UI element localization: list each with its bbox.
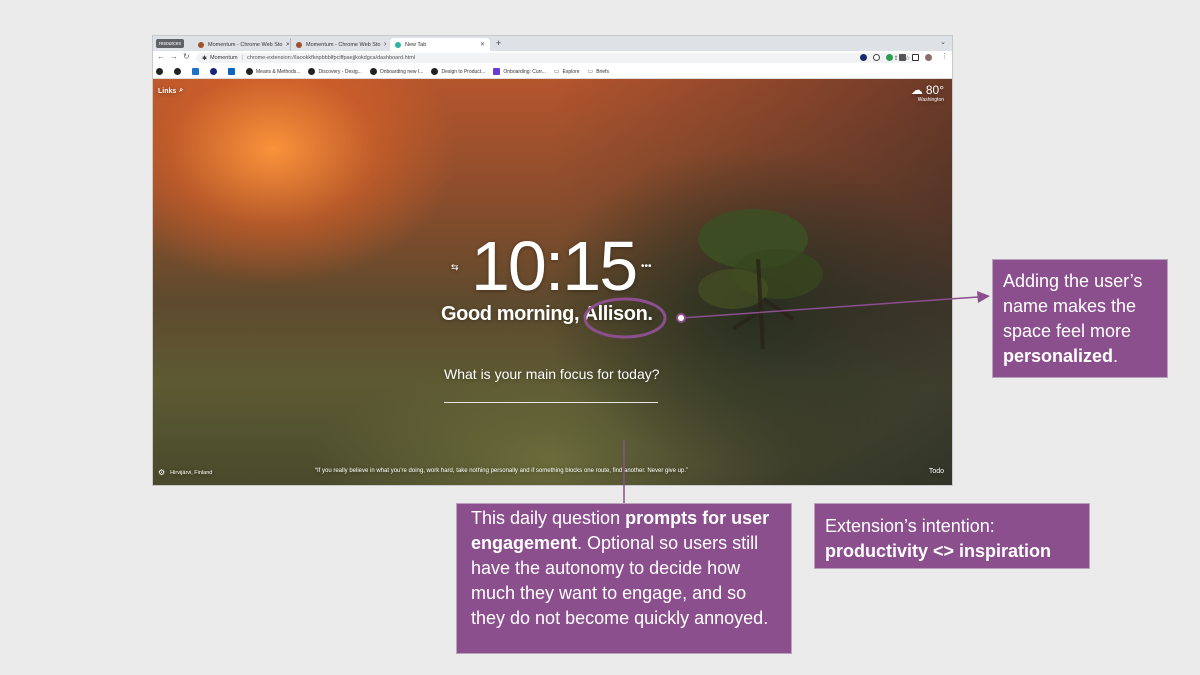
- address-bar[interactable]: ✱ Momentum | chrome-extension://laookkfk…: [196, 53, 916, 63]
- folder-icon: ▭: [553, 69, 560, 75]
- bookmark-label: Design to Product...: [441, 68, 486, 75]
- tab-momentum-1[interactable]: Momentum - Chrome Web Sto ✕: [193, 38, 289, 51]
- callout-text: This daily question: [471, 508, 626, 528]
- profile-avatar[interactable]: [925, 54, 932, 61]
- site-name: Momentum: [210, 55, 238, 61]
- back-arrow-icon[interactable]: ←: [157, 52, 165, 61]
- bookmark-label: Means & Methods...: [256, 68, 301, 75]
- bookmark-item[interactable]: Onboarding: Curr...: [493, 68, 546, 75]
- momentum-dashboard: Links ⌕ ☁ 80° Washington ⇆ 10:15 ••• Goo…: [153, 79, 952, 485]
- arrowhead: [977, 291, 990, 303]
- bookmark-icon: [246, 68, 253, 75]
- callout-bold: personalized: [1003, 346, 1114, 366]
- share-icon[interactable]: ⇪: [894, 55, 899, 62]
- bookmark-icon: [431, 68, 439, 75]
- forward-arrow-icon[interactable]: →: [170, 52, 178, 61]
- tree-silhouette: [698, 209, 823, 350]
- bookmark-d-icon: [210, 68, 217, 75]
- tab-strip: resources Momentum - Chrome Web Sto ✕ Mo…: [153, 36, 952, 51]
- daily-quote: “If you really believe in what you're do…: [315, 468, 689, 474]
- close-tab-icon[interactable]: ✕: [282, 41, 289, 48]
- linkedin-icon: [228, 68, 235, 75]
- photo-info[interactable]: ⚙ Hirvijärvi, Finland: [158, 468, 212, 477]
- bookmark-item[interactable]: Design to Product...: [431, 68, 485, 75]
- bookmark-item[interactable]: [210, 68, 220, 75]
- close-tab-icon[interactable]: ✕: [380, 41, 386, 48]
- bookmark-label: Onboarding new I...: [379, 68, 424, 75]
- weather-temp: 80°: [925, 83, 944, 97]
- callout-personalized: Adding the user’s name makes the space f…: [992, 259, 1168, 378]
- settings-gear-icon[interactable]: ⚙: [158, 468, 165, 477]
- bookmark-a-icon: [156, 68, 163, 75]
- bookmark-item[interactable]: Discovery - Desig...: [308, 68, 362, 75]
- bookmark-folder[interactable]: ▭ Explore: [553, 68, 580, 76]
- links-label: Links: [158, 87, 177, 95]
- weather-location: Washington: [917, 97, 944, 103]
- bookmark-b-icon: [174, 68, 181, 75]
- callout-text: .: [1113, 346, 1119, 366]
- focus-question: What is your main focus for today?: [444, 366, 660, 382]
- more-options-icon[interactable]: •••: [641, 261, 652, 272]
- bookmark-item[interactable]: [192, 68, 202, 75]
- reload-icon[interactable]: ↻: [183, 52, 190, 61]
- bookmark-label: Discovery - Desig...: [318, 68, 362, 75]
- callout-text: Extension’s intention:: [825, 516, 995, 536]
- browser-toolbar: ← → ↻ ✱ Momentum | chrome-extension://la…: [153, 51, 952, 65]
- tab-new-tab[interactable]: New Tab ✕: [390, 38, 490, 51]
- folder-icon: ▭: [587, 69, 594, 75]
- clock: 10:15: [471, 227, 638, 305]
- extension-green-icon[interactable]: [886, 54, 893, 61]
- new-tab-favicon-icon: [395, 41, 401, 48]
- extension-icon[interactable]: [860, 54, 867, 61]
- close-tab-icon[interactable]: ✕: [477, 41, 485, 48]
- search-icon[interactable]: ⌕: [179, 87, 183, 95]
- extensions-puzzle-icon[interactable]: [899, 54, 906, 61]
- tab-momentum-2[interactable]: Momentum - Chrome Web Sto ✕: [290, 38, 386, 51]
- greeting[interactable]: Good morning, Allison.: [441, 303, 653, 326]
- puzzle-icon: ✱: [202, 55, 208, 62]
- bookmark-item[interactable]: [156, 68, 166, 75]
- bookmark-item[interactable]: [174, 68, 184, 75]
- bookmark-item[interactable]: [228, 68, 238, 75]
- new-tab-button[interactable]: +: [496, 38, 501, 48]
- tab-search-chevron-icon[interactable]: ⌄: [940, 38, 946, 46]
- kebab-menu-icon[interactable]: ⋮: [941, 52, 948, 60]
- browser-window: resources Momentum - Chrome Web Sto ✕ Mo…: [153, 36, 952, 485]
- bookmark-label: Briefs: [596, 68, 609, 75]
- callout-bold: productivity <> inspiration: [825, 541, 1052, 561]
- bookmark-item[interactable]: Means & Methods...: [246, 68, 300, 75]
- photo-location: Hirvijärvi, Finland: [170, 469, 213, 476]
- tab-group-label[interactable]: resources: [156, 39, 184, 48]
- bookmark-folder[interactable]: ▭ Briefs: [587, 68, 609, 76]
- sidebar-icon[interactable]: [912, 54, 919, 61]
- bookmark-icon: [493, 68, 501, 75]
- tab-title: Momentum - Chrome Web Sto: [208, 41, 283, 48]
- tab-title: Momentum - Chrome Web Sto: [306, 41, 381, 48]
- links-button[interactable]: Links ⌕: [158, 87, 183, 95]
- momentum-favicon-icon: [198, 41, 204, 48]
- bookmark-c-icon: [192, 68, 199, 75]
- extension-z-icon[interactable]: [873, 54, 880, 61]
- momentum-favicon-icon: [296, 41, 302, 48]
- bookmark-icon: [308, 68, 316, 75]
- bookmark-label: Explore: [562, 68, 580, 75]
- swap-arrows-icon[interactable]: ⇆: [451, 262, 459, 273]
- bookmarks-bar: Means & Methods... Discovery - Desig... …: [153, 65, 952, 79]
- url-text: chrome-extension://laookkfknpbbblfpciffp…: [246, 55, 416, 61]
- callout-intention: Extension’s intention: productivity <> i…: [814, 503, 1090, 569]
- callout-engagement: This daily question prompts for user eng…: [456, 503, 792, 654]
- weather-widget[interactable]: ☁ 80° Washington: [911, 83, 944, 103]
- callout-text: Adding the user’s name makes the space f…: [1003, 271, 1143, 341]
- bookmark-item[interactable]: Onboarding new I...: [369, 68, 424, 75]
- todo-button[interactable]: Todo: [929, 468, 944, 475]
- bookmark-label: Onboarding: Curr...: [503, 68, 546, 75]
- focus-input[interactable]: [444, 402, 658, 403]
- partly-cloudy-icon: ☁: [910, 83, 923, 97]
- bookmark-icon: [369, 68, 377, 75]
- tab-title: New Tab: [405, 41, 427, 48]
